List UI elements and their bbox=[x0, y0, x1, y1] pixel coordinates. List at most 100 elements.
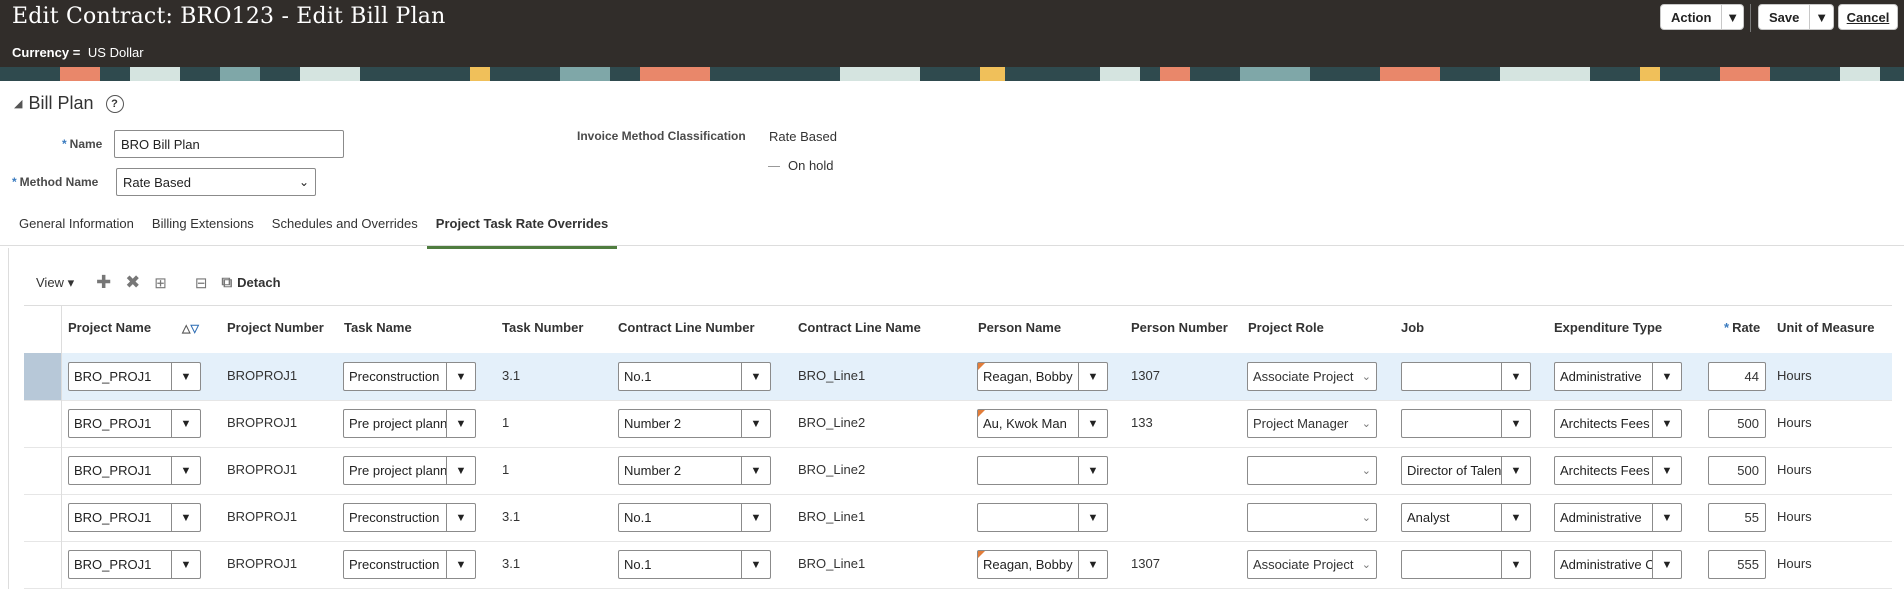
dropdown-arrow-icon[interactable]: ▼ bbox=[1652, 504, 1681, 531]
dropdown-arrow-icon[interactable]: ▼ bbox=[1078, 410, 1107, 437]
dropdown-arrow-icon[interactable]: ▼ bbox=[741, 457, 770, 484]
dropdown-arrow-icon[interactable]: ▼ bbox=[446, 504, 475, 531]
dropdown-arrow-icon[interactable]: ▼ bbox=[171, 410, 200, 437]
task-name-combobox[interactable]: Pre project plann ▼ bbox=[343, 409, 476, 438]
contract-line-number-combobox[interactable]: Number 2 ▼ bbox=[618, 409, 771, 438]
person-name-combobox[interactable]: Au, Kwok Man ▼ bbox=[977, 409, 1108, 438]
dropdown-arrow-icon[interactable]: ▼ bbox=[171, 551, 200, 578]
sort-icon[interactable]: △▽ bbox=[182, 322, 199, 335]
dropdown-arrow-icon[interactable]: ▼ bbox=[446, 410, 475, 437]
rate-input[interactable]: 44 bbox=[1708, 362, 1766, 391]
table-row[interactable]: BRO_PROJ1 ▼ BROPROJ1 Preconstruction ▼ 3.1 No.… bbox=[24, 494, 1892, 542]
row-header[interactable] bbox=[24, 541, 62, 588]
contract-line-number-combobox[interactable]: No.1 ▼ bbox=[618, 362, 771, 391]
expenditure-type-combobox[interactable]: Architects Fees ▼ bbox=[1554, 456, 1682, 485]
contract-line-number-combobox[interactable]: Number 2 ▼ bbox=[618, 456, 771, 485]
table-row[interactable]: BRO_PROJ1 ▼ BROPROJ1 Preconstruction ▼ 3.1 No.… bbox=[24, 541, 1892, 589]
dropdown-arrow-icon[interactable]: ▼ bbox=[171, 457, 200, 484]
dropdown-arrow-icon[interactable]: ▼ bbox=[741, 363, 770, 390]
contract-line-number-combobox[interactable]: No.1 ▼ bbox=[618, 503, 771, 532]
task-name-combobox[interactable]: Pre project plann ▼ bbox=[343, 456, 476, 485]
freeze-icon[interactable]: ⊟ bbox=[195, 274, 208, 292]
row-header[interactable] bbox=[24, 447, 62, 494]
project-role-select[interactable]: Associate Project ⌄ bbox=[1247, 550, 1377, 579]
col-contract-line-number[interactable]: Contract Line Number bbox=[618, 320, 755, 335]
expenditure-type-combobox[interactable]: Administrative C ▼ bbox=[1554, 550, 1682, 579]
dropdown-arrow-icon[interactable]: ▼ bbox=[1652, 363, 1681, 390]
dropdown-arrow-icon[interactable]: ▼ bbox=[1078, 551, 1107, 578]
collapse-triangle-icon[interactable]: ◢ bbox=[14, 97, 22, 110]
col-task-number[interactable]: Task Number bbox=[502, 320, 583, 335]
table-row[interactable]: BRO_PROJ1 ▼ BROPROJ1 Pre project plann ▼ 1 Num… bbox=[24, 447, 1892, 495]
col-job[interactable]: Job bbox=[1401, 320, 1424, 335]
dropdown-arrow-icon[interactable]: ▼ bbox=[1652, 551, 1681, 578]
col-project-name[interactable]: Project Name bbox=[68, 320, 151, 335]
dropdown-arrow-icon[interactable]: ▼ bbox=[1501, 410, 1530, 437]
tab-project-task-rate-overrides[interactable]: Project Task Rate Overrides bbox=[426, 210, 618, 249]
col-person-name[interactable]: Person Name bbox=[978, 320, 1061, 335]
expenditure-type-combobox[interactable]: Administrative ▼ bbox=[1554, 362, 1682, 391]
name-field[interactable]: BRO Bill Plan bbox=[114, 130, 344, 158]
dropdown-arrow-icon[interactable]: ▼ bbox=[171, 504, 200, 531]
tab-billing-extensions[interactable]: Billing Extensions bbox=[143, 210, 263, 246]
dropdown-arrow-icon[interactable]: ▼ bbox=[446, 457, 475, 484]
tab-schedules-overrides[interactable]: Schedules and Overrides bbox=[263, 210, 427, 246]
project-role-select[interactable]: Project Manager ⌄ bbox=[1247, 409, 1377, 438]
row-header[interactable] bbox=[24, 353, 62, 400]
job-combobox[interactable]: ▼ bbox=[1401, 550, 1531, 579]
project-role-select[interactable]: ⌄ bbox=[1247, 456, 1377, 485]
dropdown-arrow-icon[interactable]: ▼ bbox=[1078, 504, 1107, 531]
dropdown-arrow-icon[interactable]: ▼ bbox=[1501, 504, 1530, 531]
add-icon[interactable]: ✚ bbox=[96, 272, 111, 293]
rate-input[interactable]: 55 bbox=[1708, 503, 1766, 532]
help-icon[interactable]: ? bbox=[105, 94, 124, 113]
person-name-combobox[interactable]: Reagan, Bobby ▼ bbox=[977, 550, 1108, 579]
action-button[interactable]: Action ▼ bbox=[1660, 4, 1744, 30]
project-name-combobox[interactable]: BRO_PROJ1 ▼ bbox=[68, 550, 201, 579]
expenditure-type-combobox[interactable]: Administrative ▼ bbox=[1554, 503, 1682, 532]
tab-general-information[interactable]: General Information bbox=[10, 210, 143, 246]
export-icon[interactable]: ⊞ bbox=[154, 274, 167, 292]
col-project-number[interactable]: Project Number bbox=[227, 320, 324, 335]
dropdown-arrow-icon[interactable]: ▼ bbox=[1078, 457, 1107, 484]
table-row[interactable]: BRO_PROJ1 ▼ BROPROJ1 Preconstruction ▼ 3.1 No.… bbox=[24, 353, 1892, 401]
person-name-combobox[interactable]: Reagan, Bobby ▼ bbox=[977, 362, 1108, 391]
job-combobox[interactable]: ▼ bbox=[1401, 409, 1531, 438]
view-menu[interactable]: View ▾ bbox=[36, 275, 74, 291]
rate-input[interactable]: 555 bbox=[1708, 550, 1766, 579]
dropdown-arrow-icon[interactable]: ▼ bbox=[1078, 363, 1107, 390]
expenditure-type-combobox[interactable]: Architects Fees ▼ bbox=[1554, 409, 1682, 438]
save-button[interactable]: Save ▼ bbox=[1758, 4, 1834, 30]
task-name-combobox[interactable]: Preconstruction ▼ bbox=[343, 362, 476, 391]
dropdown-arrow-icon[interactable]: ▼ bbox=[1652, 410, 1681, 437]
project-name-combobox[interactable]: BRO_PROJ1 ▼ bbox=[68, 503, 201, 532]
col-rate[interactable]: * Rate bbox=[1724, 320, 1760, 335]
job-combobox[interactable]: Director of Talen ▼ bbox=[1401, 456, 1531, 485]
dropdown-arrow-icon[interactable]: ▼ bbox=[741, 410, 770, 437]
col-unit-of-measure[interactable]: Unit of Measure bbox=[1777, 320, 1875, 335]
row-header[interactable] bbox=[24, 400, 62, 447]
method-select[interactable]: Rate Based ⌄ bbox=[116, 168, 316, 196]
job-combobox[interactable]: ▼ bbox=[1401, 362, 1531, 391]
dropdown-arrow-icon[interactable]: ▼ bbox=[1501, 551, 1530, 578]
chevron-down-icon[interactable]: ▼ bbox=[1809, 5, 1833, 29]
row-header[interactable] bbox=[24, 494, 62, 541]
project-role-select[interactable]: ⌄ bbox=[1247, 503, 1377, 532]
detach-button[interactable]: ⧉ Detach bbox=[221, 274, 280, 291]
on-hold-checkbox[interactable]: On hold bbox=[768, 158, 834, 173]
table-row[interactable]: BRO_PROJ1 ▼ BROPROJ1 Pre project plann ▼ 1 Num… bbox=[24, 400, 1892, 448]
dropdown-arrow-icon[interactable]: ▼ bbox=[446, 551, 475, 578]
project-name-combobox[interactable]: BRO_PROJ1 ▼ bbox=[68, 362, 201, 391]
dropdown-arrow-icon[interactable]: ▼ bbox=[1501, 457, 1530, 484]
project-name-combobox[interactable]: BRO_PROJ1 ▼ bbox=[68, 456, 201, 485]
dropdown-arrow-icon[interactable]: ▼ bbox=[741, 551, 770, 578]
project-name-combobox[interactable]: BRO_PROJ1 ▼ bbox=[68, 409, 201, 438]
task-name-combobox[interactable]: Preconstruction ▼ bbox=[343, 550, 476, 579]
dropdown-arrow-icon[interactable]: ▼ bbox=[171, 363, 200, 390]
dropdown-arrow-icon[interactable]: ▼ bbox=[741, 504, 770, 531]
dropdown-arrow-icon[interactable]: ▼ bbox=[1501, 363, 1530, 390]
rate-input[interactable]: 500 bbox=[1708, 409, 1766, 438]
project-role-select[interactable]: Associate Project ⌄ bbox=[1247, 362, 1377, 391]
rate-input[interactable]: 500 bbox=[1708, 456, 1766, 485]
col-contract-line-name[interactable]: Contract Line Name bbox=[798, 320, 921, 335]
